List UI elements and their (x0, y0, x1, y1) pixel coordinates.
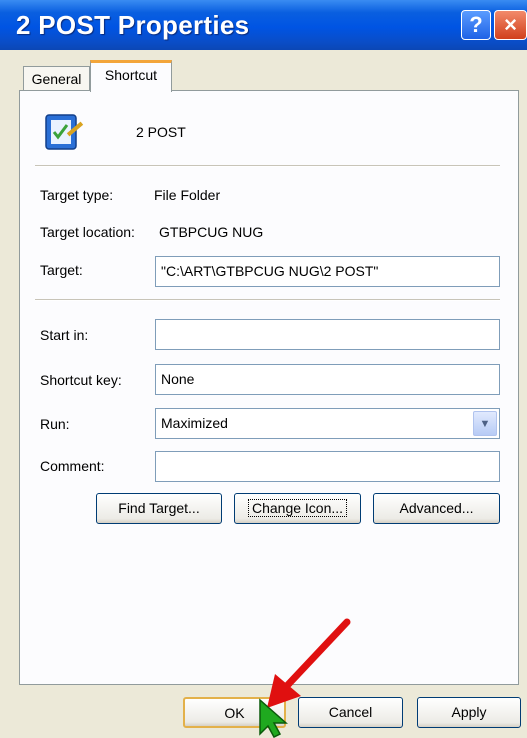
apply-button[interactable]: Apply (417, 697, 521, 728)
separator (35, 299, 500, 301)
help-icon: ? (469, 12, 483, 37)
run-label: Run: (40, 416, 70, 432)
target-type-value: File Folder (154, 187, 221, 203)
tab-general[interactable]: General (23, 66, 90, 91)
ok-label: OK (224, 705, 245, 721)
separator (35, 165, 500, 167)
close-button[interactable]: × (494, 10, 527, 40)
apply-label: Apply (451, 704, 487, 720)
target-input[interactable]: "C:\ART\GTBPCUG NUG\2 POST" (155, 256, 500, 287)
start-in-input[interactable] (155, 319, 500, 350)
tab-shortcut[interactable]: Shortcut (90, 60, 172, 92)
title-bar[interactable]: 2 POST Properties ? × (0, 0, 527, 50)
run-select[interactable]: Maximized ▼ (155, 408, 500, 439)
comment-input[interactable] (155, 451, 500, 482)
change-icon-label: Change Icon... (247, 499, 348, 517)
advanced-button[interactable]: Advanced... (373, 493, 500, 524)
shortcut-name: 2 POST (136, 124, 186, 140)
close-icon: × (504, 12, 517, 37)
target-type-label: Target type: (40, 187, 114, 203)
window-title: 2 POST Properties (16, 10, 250, 40)
find-target-label: Find Target... (118, 500, 200, 516)
chevron-down-icon[interactable]: ▼ (473, 411, 497, 436)
run-select-value: Maximized (161, 415, 228, 431)
properties-dialog: 2 POST Properties ? × General Shortcut 2… (0, 0, 527, 738)
change-icon-button[interactable]: Change Icon... (234, 493, 361, 524)
target-label: Target: (40, 262, 83, 278)
shortcut-panel: 2 POST Target type: File Folder Target l… (19, 90, 519, 685)
comment-label: Comment: (40, 458, 105, 474)
find-target-button[interactable]: Find Target... (96, 493, 222, 524)
start-in-label: Start in: (40, 327, 89, 343)
shortcut-key-input[interactable]: None (155, 364, 500, 395)
target-location-value: GTBPCUG NUG (159, 224, 264, 240)
cursor-icon (259, 698, 288, 738)
shortcut-key-label: Shortcut key: (40, 372, 122, 388)
advanced-label: Advanced... (399, 500, 474, 516)
target-location-label: Target location: (40, 224, 135, 240)
shortcut-icon (45, 114, 84, 150)
help-button[interactable]: ? (461, 10, 491, 40)
